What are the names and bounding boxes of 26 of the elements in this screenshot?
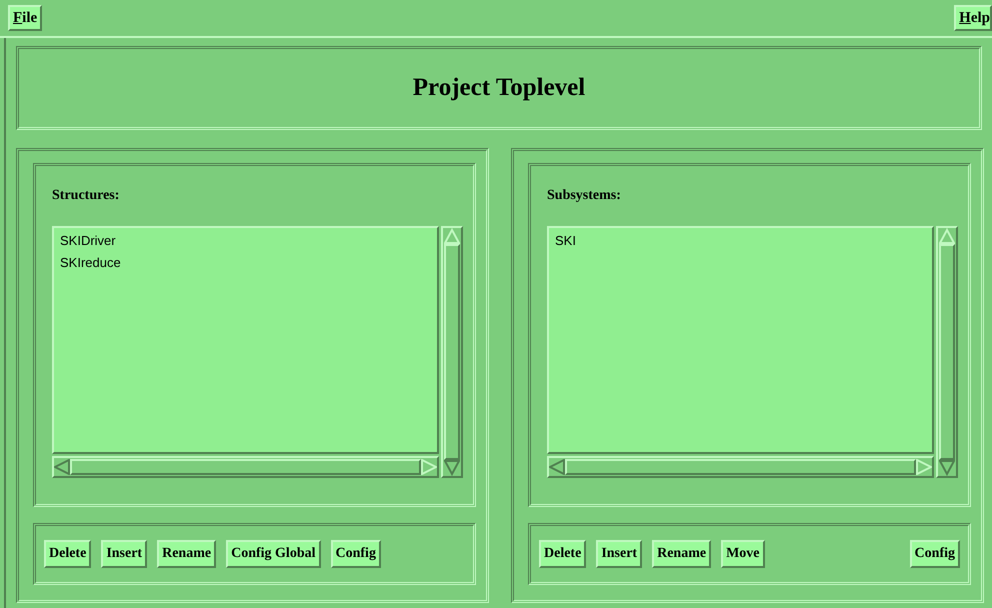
left-arrow-icon[interactable] bbox=[54, 459, 70, 475]
vertical-scrollbar[interactable] bbox=[441, 226, 463, 478]
action-button[interactable]: Rename bbox=[157, 540, 216, 568]
horizontal-scrollbar[interactable] bbox=[547, 456, 934, 478]
list-item[interactable]: SKIDriver bbox=[60, 230, 116, 252]
list-label: Structures: bbox=[52, 188, 120, 205]
window-title: Project Toplevel bbox=[412, 74, 586, 102]
list-label: Subsystems: bbox=[547, 188, 622, 205]
vertical-scrollbar[interactable] bbox=[936, 226, 958, 478]
action-button[interactable]: Rename bbox=[652, 540, 712, 568]
menu-button[interactable]: Help bbox=[954, 5, 992, 31]
action-button[interactable]: Config bbox=[330, 540, 381, 568]
down-arrow-icon[interactable] bbox=[939, 460, 955, 476]
action-button[interactable]: Move bbox=[721, 540, 765, 568]
left-arrow-icon[interactable] bbox=[549, 459, 565, 475]
action-button[interactable]: Insert bbox=[596, 540, 642, 568]
list-item[interactable]: SKIreduce bbox=[60, 252, 121, 274]
menu-button[interactable]: File bbox=[8, 5, 42, 31]
action-button[interactable]: Config bbox=[910, 540, 960, 568]
horizontal-scrollbar[interactable] bbox=[52, 456, 439, 478]
action-button[interactable]: Delete bbox=[44, 540, 92, 568]
list-item[interactable]: SKI bbox=[555, 230, 576, 252]
action-button[interactable]: Config Global bbox=[226, 540, 320, 568]
down-arrow-icon[interactable] bbox=[444, 460, 460, 476]
action-button[interactable]: Insert bbox=[101, 540, 148, 568]
action-button[interactable]: Delete bbox=[539, 540, 586, 568]
